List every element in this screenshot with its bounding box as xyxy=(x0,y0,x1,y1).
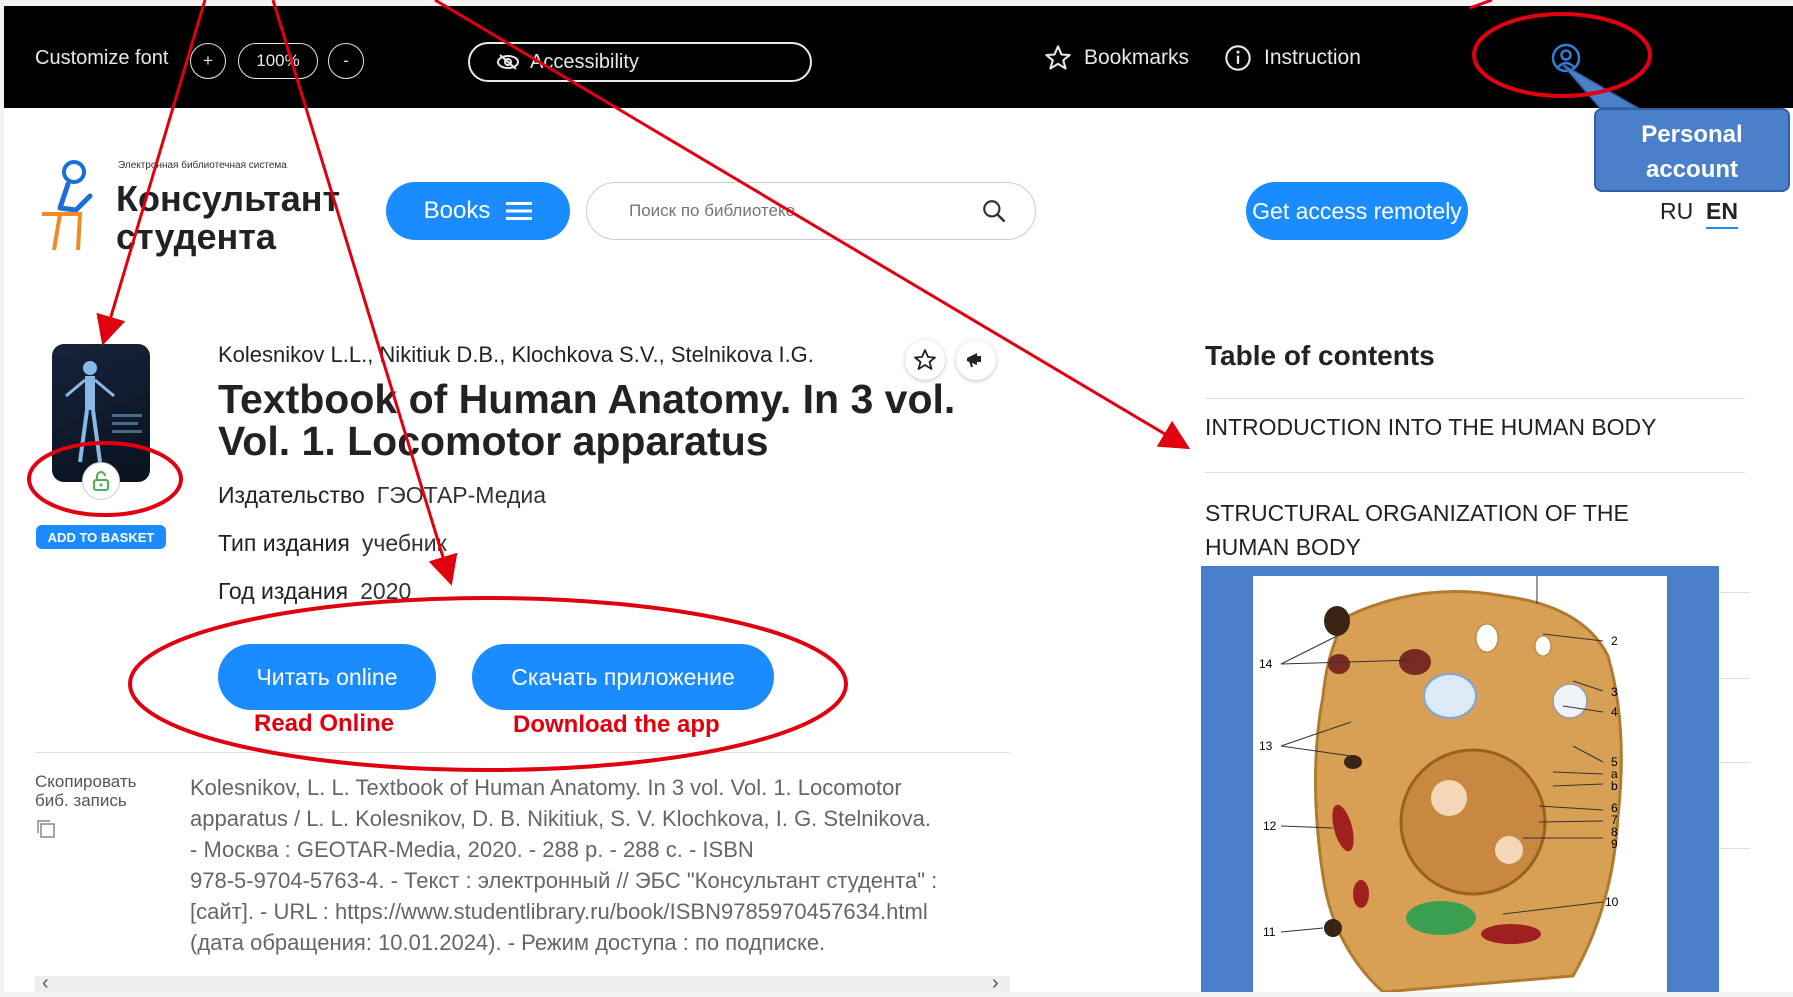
customize-font-label: Customize font xyxy=(35,47,169,69)
toc-divider xyxy=(1720,592,1750,593)
bib-line: Kolesnikov, L. L. Textbook of Human Anat… xyxy=(190,775,902,800)
font-size-value: 100% xyxy=(238,43,318,79)
cell-label: 2 xyxy=(1611,634,1618,648)
read-online-annotation: Read Online xyxy=(254,710,395,737)
publisher-value: ГЭОТАР-Медиа xyxy=(376,482,547,508)
bib-line: - Москва : GEOTAR-Media, 2020. - 288 p. … xyxy=(190,837,754,862)
edition-type-row: Тип издания учебник xyxy=(218,530,447,557)
accessibility-button[interactable]: Accessibility xyxy=(468,42,812,82)
announce-button[interactable] xyxy=(956,340,996,380)
info-icon xyxy=(1225,45,1251,71)
bibliographic-record: Kolesnikov, L. L. Textbook of Human Anat… xyxy=(190,772,1010,958)
cell-label: 13 xyxy=(1259,739,1273,753)
add-to-basket-button[interactable]: ADD TO BASKET xyxy=(36,525,166,549)
publisher-row: Издательство ГЭОТАР-Медиа xyxy=(218,482,546,509)
cell-label: 11 xyxy=(1263,925,1276,939)
star-icon xyxy=(1045,45,1071,70)
toc-title: Table of contents xyxy=(1205,340,1435,371)
copy-label-1: Скопировать xyxy=(35,772,137,791)
cell-illustration: 2 3 4 5 a b 6 7 8 9 10 11 12 13 14 xyxy=(1253,576,1667,994)
read-online-button[interactable]: Читать online xyxy=(218,644,436,710)
book-title: Textbook of Human Anatomy. In 3 vol. Vol… xyxy=(218,378,998,462)
cell-label: 3 xyxy=(1611,685,1618,699)
hamburger-icon xyxy=(506,202,533,220)
bookmark-star-button[interactable] xyxy=(905,340,945,380)
toc-divider xyxy=(1720,762,1750,763)
bib-line: 978-5-9704-5763-4. - Текст : электронный… xyxy=(190,868,938,893)
books-menu-button[interactable]: Books xyxy=(386,182,570,240)
toc-item-structural-organization[interactable]: STRUCTURAL ORGANIZATION OF THE HUMAN BOD… xyxy=(1205,496,1675,564)
instruction-link[interactable]: Instruction xyxy=(1224,44,1361,72)
logo-line-2: студента xyxy=(116,216,276,257)
year-row: Год издания 2020 xyxy=(218,578,411,605)
download-app-button[interactable]: Скачать приложение xyxy=(472,644,774,710)
personal-account-callout: Personal account xyxy=(1594,108,1790,192)
books-label: Books xyxy=(423,197,491,224)
toc-divider xyxy=(1720,848,1750,849)
publisher-label: Издательство xyxy=(218,482,365,508)
cell-label: 9 xyxy=(1611,837,1618,851)
cell-label: 10 xyxy=(1605,895,1619,909)
bookmarks-label: Bookmarks xyxy=(1084,46,1190,69)
cell-label: 14 xyxy=(1259,657,1273,671)
download-app-annotation: Download the app xyxy=(513,711,720,738)
eye-slash-icon xyxy=(497,54,519,70)
logo-icon xyxy=(42,160,93,251)
get-access-remotely-button[interactable]: Get access remotely xyxy=(1246,182,1468,240)
lang-ru[interactable]: RU xyxy=(1660,198,1693,225)
toc-item-introduction[interactable]: INTRODUCTION INTO THE HUMAN BODY xyxy=(1205,410,1765,444)
search-box[interactable] xyxy=(586,182,1036,240)
copy-label-2: биб. запись xyxy=(35,791,127,810)
toc-divider xyxy=(1205,472,1745,473)
horizontal-scrollbar[interactable] xyxy=(35,976,1010,992)
toc-divider xyxy=(1205,398,1745,399)
bookmarks-link[interactable]: Bookmarks xyxy=(1044,44,1189,72)
book-authors: Kolesnikov L.L., Nikitiuk D.B., Klochkov… xyxy=(218,342,814,367)
megaphone-icon xyxy=(967,353,981,368)
book-title-line-2: Vol. 1. Locomotor apparatus xyxy=(218,418,769,464)
logo-text[interactable]: Консультант студента xyxy=(116,180,340,256)
logo-subtitle: Электронная библиотечная система xyxy=(118,160,287,171)
bib-line: (дата обращения: 10.01.2024). - Режим до… xyxy=(190,930,826,955)
copy-icon xyxy=(37,820,55,838)
book-title-line-1: Textbook of Human Anatomy. In 3 vol. xyxy=(218,376,956,422)
section-divider xyxy=(35,752,1010,753)
cell-label: b xyxy=(1611,779,1618,793)
cell-label: 4 xyxy=(1611,705,1618,719)
edition-type-value: учебник xyxy=(361,530,447,556)
copy-record-button[interactable]: Скопировать биб. запись xyxy=(35,772,137,844)
bib-line: [сайт]. - URL : https://www.studentlibra… xyxy=(190,899,928,924)
font-increase-button[interactable]: + xyxy=(190,43,226,79)
logo-line-1: Консультант xyxy=(116,178,341,219)
accessibility-label: Accessibility xyxy=(530,50,639,73)
toc-divider xyxy=(1720,678,1750,679)
search-icon[interactable] xyxy=(981,198,1007,224)
instruction-label: Instruction xyxy=(1264,46,1361,69)
star-outline-icon xyxy=(914,349,936,370)
bib-line: apparatus / L. L. Kolesnikov, D. B. Niki… xyxy=(190,806,932,831)
edition-type-label: Тип издания xyxy=(218,530,350,556)
year-value: 2020 xyxy=(360,578,412,604)
font-decrease-button[interactable]: - xyxy=(328,43,364,79)
open-lock-icon xyxy=(82,462,120,500)
year-label: Год издания xyxy=(218,578,349,604)
cell-illustration-frame: 2 3 4 5 a b 6 7 8 9 10 11 12 13 14 xyxy=(1201,566,1719,994)
search-input[interactable] xyxy=(627,200,931,222)
cell-label: 12 xyxy=(1263,819,1277,833)
lang-en[interactable]: EN xyxy=(1706,198,1738,229)
top-bar: Customize font + 100% - Accessibility Bo… xyxy=(4,6,1793,108)
